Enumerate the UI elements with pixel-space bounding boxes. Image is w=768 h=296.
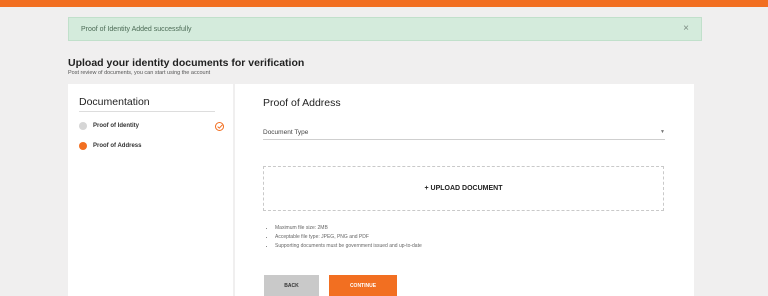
sidebar-item-proof-of-address[interactable]: Proof of Address [79, 140, 224, 152]
close-icon[interactable]: × [683, 24, 689, 34]
check-circle-icon [215, 121, 224, 131]
continue-button[interactable]: CONTINUE [329, 275, 397, 296]
sidebar-title: Documentation [79, 96, 215, 112]
upload-requirements-list: Maximum file size: 2MB Acceptable file t… [265, 225, 422, 252]
upload-document-label: + UPLOAD DOCUMENT [424, 185, 503, 192]
page-title: Upload your identity documents for verif… [68, 57, 305, 69]
success-alert: Proof of Identity Added successfully × [68, 17, 702, 41]
list-item: Maximum file size: 2MB [275, 225, 422, 231]
list-item: Supporting documents must be government … [275, 243, 422, 249]
page-subtitle: Post review of documents, you can start … [68, 70, 211, 76]
step-status-dot [79, 142, 87, 150]
alert-message: Proof of Identity Added successfully [81, 25, 192, 33]
step-status-dot [79, 122, 87, 130]
list-item: Acceptable file type: JPEG, PNG and PDF [275, 234, 422, 240]
document-type-placeholder: Document Type [263, 128, 309, 136]
sidebar-item-proof-of-identity[interactable]: Proof of Identity [79, 120, 224, 132]
sidebar-item-label: Proof of Address [93, 143, 142, 149]
documentation-sidebar: Documentation Proof of Identity Proof of… [68, 84, 233, 296]
upload-document-dropzone[interactable]: + UPLOAD DOCUMENT [263, 166, 664, 211]
document-type-select[interactable]: Document Type ▼ [263, 125, 665, 140]
top-accent-bar [0, 0, 768, 7]
chevron-down-icon: ▼ [660, 129, 665, 135]
back-button[interactable]: BACK [264, 275, 319, 296]
sidebar-item-label: Proof of Identity [93, 123, 139, 129]
section-title: Proof of Address [263, 97, 341, 109]
upload-panel: Proof of Address Document Type ▼ + UPLOA… [235, 84, 694, 296]
